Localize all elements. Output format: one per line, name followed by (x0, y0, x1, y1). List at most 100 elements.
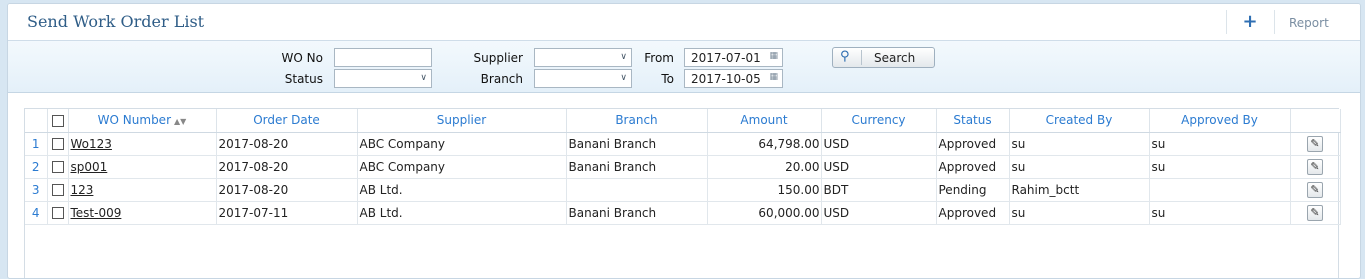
approved-by-cell: su (1149, 201, 1291, 225)
edit-icon[interactable]: ✎ (1307, 204, 1323, 221)
supplier-select[interactable]: ∨ (534, 48, 632, 67)
table-header-row: WO Number ▲▼ Order Date Supplier Branch A… (25, 109, 1341, 133)
order-date-cell: 2017-08-20 (216, 155, 358, 179)
branch-select[interactable]: ∨ (534, 69, 632, 88)
row-number-header (25, 109, 48, 133)
approved-by-cell: su (1149, 132, 1291, 156)
chevron-down-icon: ∨ (620, 73, 627, 83)
to-label: To (661, 72, 674, 86)
panel-header: Send Work Order List + Report (8, 4, 1360, 41)
button-divider (861, 50, 862, 65)
wo-no-input[interactable] (334, 48, 432, 67)
edit-icon[interactable]: ✎ (1307, 181, 1323, 198)
status-cell: Pending (936, 178, 1010, 202)
sort-icon[interactable]: ▲▼ (174, 117, 186, 126)
wo-number-cell: 123 (68, 178, 217, 202)
calendar-icon[interactable]: ▦ (769, 51, 778, 61)
row-number: 4 (25, 201, 48, 225)
created-by-cell: Rahim_bctt (1009, 178, 1150, 202)
from-date-input[interactable]: 2017-07-01 ▦ (684, 48, 783, 67)
status-cell: Approved (936, 132, 1010, 156)
wo-number-link[interactable]: Test-009 (71, 206, 122, 220)
row-checkbox-cell (47, 132, 69, 156)
column-header-wo-number[interactable]: WO Number ▲▼ (68, 109, 217, 133)
wo-number-link[interactable]: sp001 (71, 160, 108, 174)
column-header-currency[interactable]: Currency (821, 109, 937, 133)
edit-icon[interactable]: ✎ (1307, 135, 1323, 152)
supplier-cell: AB Ltd. (357, 201, 567, 225)
amount-cell: 64,798.00 (707, 132, 822, 156)
to-date-input[interactable]: 2017-10-05 ▦ (684, 69, 783, 88)
column-header-branch[interactable]: Branch (566, 109, 708, 133)
calendar-icon[interactable]: ▦ (769, 72, 778, 82)
column-header-created-by[interactable]: Created By (1009, 109, 1150, 133)
row-checkbox-cell (47, 155, 69, 179)
search-button[interactable]: ⚲ Search (832, 47, 935, 68)
row-checkbox[interactable] (51, 161, 64, 173)
table-row: 1 Wo123 2017-08-20 ABC Company Banani Br… (25, 132, 1341, 156)
table-row: 3 123 2017-08-20 AB Ltd. 150.00 BDT Pend… (25, 178, 1341, 202)
from-date-value: 2017-07-01 (691, 51, 761, 65)
wo-number-link[interactable]: 123 (71, 183, 94, 197)
supplier-cell: ABC Company (357, 155, 567, 179)
row-number: 3 (25, 178, 48, 202)
wo-number-link[interactable]: Wo123 (71, 137, 112, 151)
approved-by-cell: su (1149, 155, 1291, 179)
amount-cell: 20.00 (707, 155, 822, 179)
plus-icon: + (1242, 11, 1258, 32)
column-header-status[interactable]: Status (936, 109, 1010, 133)
row-checkbox-cell (47, 201, 69, 225)
search-button-label: Search (874, 51, 916, 65)
report-button[interactable]: Report (1289, 16, 1329, 30)
chevron-down-icon: ∨ (420, 73, 427, 83)
row-checkbox-cell (47, 178, 69, 202)
currency-cell: BDT (821, 178, 937, 202)
column-header-amount[interactable]: Amount (707, 109, 822, 133)
branch-cell (566, 178, 708, 202)
actions-cell: ✎ (1290, 132, 1341, 156)
header-divider (1274, 10, 1275, 34)
column-header-approved-by[interactable]: Approved By (1149, 109, 1291, 133)
wo-number-cell: Test-009 (68, 201, 217, 225)
chevron-down-icon: ∨ (620, 52, 627, 62)
supplier-cell: ABC Company (357, 132, 567, 156)
from-label: From (644, 51, 674, 65)
row-number: 1 (25, 132, 48, 156)
work-order-panel: Send Work Order List + Report WO No Stat… (7, 3, 1361, 279)
amount-cell: 150.00 (707, 178, 822, 202)
select-all-header (47, 109, 69, 133)
wo-number-cell: Wo123 (68, 132, 217, 156)
row-checkbox[interactable] (51, 138, 64, 150)
status-select[interactable]: ∨ (334, 69, 432, 88)
order-date-cell: 2017-08-20 (216, 132, 358, 156)
created-by-cell: su (1009, 132, 1150, 156)
table-row: 2 sp001 2017-08-20 ABC Company Banani Br… (25, 155, 1341, 179)
created-by-cell: su (1009, 155, 1150, 179)
add-button[interactable]: + (1240, 12, 1260, 32)
currency-cell: USD (821, 201, 937, 225)
currency-cell: USD (821, 132, 937, 156)
actions-header (1290, 109, 1341, 133)
actions-cell: ✎ (1290, 178, 1341, 202)
amount-cell: 60,000.00 (707, 201, 822, 225)
branch-cell: Banani Branch (566, 132, 708, 156)
currency-cell: USD (821, 155, 937, 179)
work-order-table: WO Number ▲▼ Order Date Supplier Branch A… (25, 109, 1341, 225)
approved-by-cell (1149, 178, 1291, 202)
filter-bar: WO No Status ∨ Supplier ∨ Branch ∨ From … (8, 41, 1360, 93)
row-checkbox[interactable] (51, 207, 64, 219)
branch-label: Branch (480, 72, 523, 86)
status-label: Status (284, 72, 323, 86)
actions-cell: ✎ (1290, 201, 1341, 225)
column-header-label: WO Number (97, 113, 172, 128)
column-header-order-date[interactable]: Order Date (216, 109, 358, 133)
edit-icon[interactable]: ✎ (1307, 158, 1323, 175)
created-by-cell: su (1009, 201, 1150, 225)
branch-cell: Banani Branch (566, 155, 708, 179)
select-all-checkbox[interactable] (51, 114, 64, 127)
column-header-supplier[interactable]: Supplier (357, 109, 567, 133)
order-date-cell: 2017-07-11 (216, 201, 358, 225)
branch-cell: Banani Branch (566, 201, 708, 225)
row-checkbox[interactable] (51, 184, 64, 196)
work-order-grid: WO Number ▲▼ Order Date Supplier Branch A… (24, 108, 1341, 278)
